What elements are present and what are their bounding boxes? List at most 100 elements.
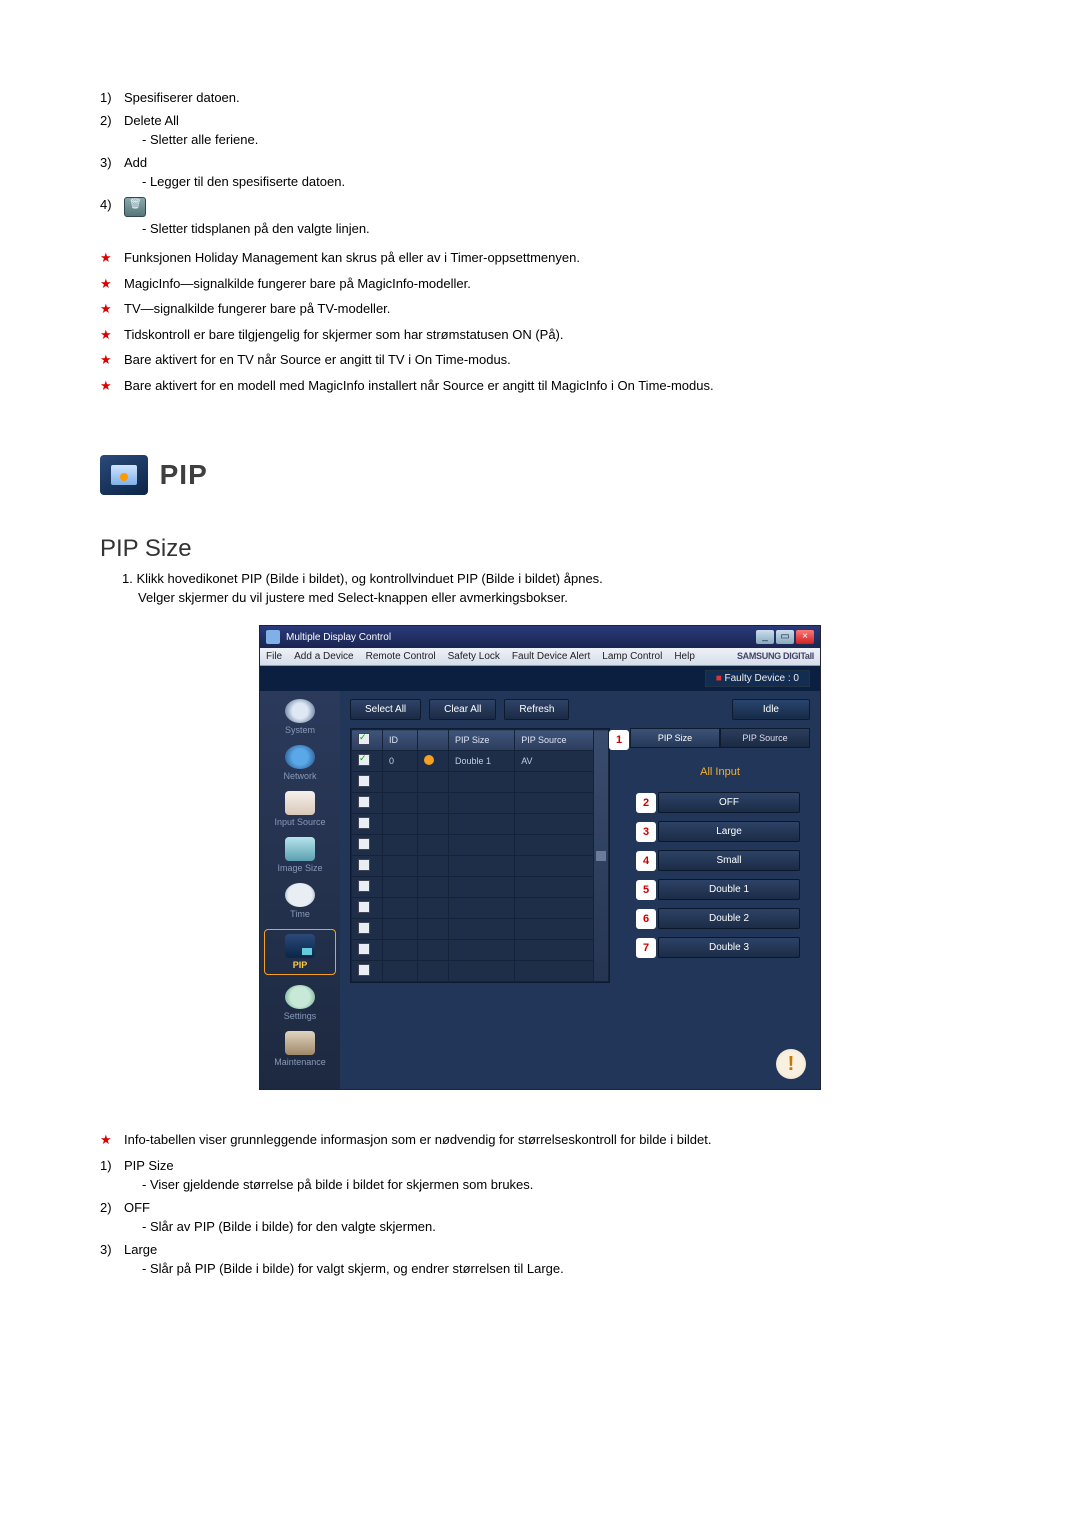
select-all-button[interactable]: Select All: [350, 699, 421, 720]
marker-3: 3: [636, 822, 656, 842]
time-icon: [285, 883, 315, 907]
mdc-window: Multiple Display Control _ ▭ × File Add …: [259, 625, 821, 1090]
faulty-device-badge: Faulty Device : 0: [705, 670, 810, 687]
pip-section-header: PIP: [100, 455, 980, 495]
option-double2[interactable]: Double 2: [658, 908, 800, 929]
menu-add-device[interactable]: Add a Device: [294, 651, 353, 662]
sidebar-item-input-source[interactable]: Input Source: [260, 791, 340, 827]
marker-5: 5: [636, 880, 656, 900]
toolbar: Select All Clear All Refresh Idle: [350, 699, 810, 720]
all-input-label: All Input: [630, 766, 810, 778]
marker-2: 2: [636, 793, 656, 813]
sidebar-item-system[interactable]: System: [260, 699, 340, 735]
list-item: 2)OFF Slår av PIP (Bilde i bilde) for de…: [100, 1200, 980, 1234]
table-row: [352, 898, 609, 919]
table-row: [352, 772, 609, 793]
marker-4: 4: [636, 851, 656, 871]
list-item: 1)PIP Size Viser gjeldende størrelse på …: [100, 1158, 980, 1192]
alert-icon: !: [776, 1049, 806, 1079]
table-row: [352, 835, 609, 856]
table-row: [352, 961, 609, 982]
note: Tidskontroll er bare tilgjengelig for sk…: [100, 325, 980, 345]
col-pip-source[interactable]: PIP Source: [515, 730, 594, 751]
sub-item: Sletter tidsplanen på den valgte linjen.: [142, 221, 980, 236]
option-small[interactable]: Small: [658, 850, 800, 871]
option-double1[interactable]: Double 1: [658, 879, 800, 900]
table-row: [352, 856, 609, 877]
sub-item: Legger til den spesifiserte datoen.: [142, 174, 980, 189]
list-item: 1)Spesifiserer datoen.: [100, 90, 980, 105]
menu-remote[interactable]: Remote Control: [366, 651, 436, 662]
sub-item: Slår på PIP (Bilde i bilde) for valgt sk…: [142, 1261, 980, 1276]
option-off[interactable]: OFF: [658, 792, 800, 813]
table-row: [352, 793, 609, 814]
close-button[interactable]: ×: [796, 630, 814, 644]
col-status: [418, 730, 449, 751]
input-source-icon: [285, 791, 315, 815]
list-item: 3)Add Legger til den spesifiserte datoen…: [100, 155, 980, 189]
note: Bare aktivert for en modell med MagicInf…: [100, 376, 980, 396]
menubar: File Add a Device Remote Control Safety …: [260, 648, 820, 666]
row-checkbox[interactable]: [358, 754, 370, 766]
sidebar-item-image-size[interactable]: Image Size: [260, 837, 340, 873]
col-pip-size[interactable]: PIP Size: [449, 730, 515, 751]
sidebar: System Network Input Source Image Size T…: [260, 691, 340, 1089]
maximize-button[interactable]: ▭: [776, 630, 794, 644]
menu-lamp[interactable]: Lamp Control: [602, 651, 662, 662]
note: Bare aktivert for en TV når Source er an…: [100, 350, 980, 370]
bottom-numbered-list: 1)PIP Size Viser gjeldende størrelse på …: [100, 1158, 980, 1276]
image-size-icon: [285, 837, 315, 861]
table-header-row: ID PIP Size PIP Source: [352, 730, 609, 751]
sidebar-item-settings[interactable]: Settings: [260, 985, 340, 1021]
note: Funksjonen Holiday Management kan skrus …: [100, 248, 980, 268]
option-double3[interactable]: Double 3: [658, 937, 800, 958]
status-banner: Faulty Device : 0: [260, 666, 820, 691]
tab-pip-source[interactable]: PIP Source: [720, 728, 810, 748]
tab-pip-size[interactable]: 1 PIP Size: [630, 728, 720, 748]
col-id[interactable]: ID: [383, 730, 418, 751]
subsection-heading: PIP Size: [100, 535, 980, 563]
system-icon: [285, 699, 315, 723]
sidebar-item-network[interactable]: Network: [260, 745, 340, 781]
status-dot-icon: [424, 755, 434, 765]
settings-icon: [285, 985, 315, 1009]
network-icon: [285, 745, 315, 769]
header-checkbox[interactable]: [358, 733, 370, 745]
table-row[interactable]: 0 Double 1 AV: [352, 751, 609, 772]
device-table: ID PIP Size PIP Source 0 Double 1 AV: [350, 728, 610, 983]
marker-1: 1: [609, 730, 629, 750]
titlebar: Multiple Display Control _ ▭ ×: [260, 626, 820, 648]
star-notes-bottom: Info-tabellen viser grunnleggende inform…: [100, 1130, 980, 1150]
marker-7: 7: [636, 938, 656, 958]
note: TV—signalkilde fungerer bare på TV-model…: [100, 299, 980, 319]
option-large[interactable]: Large: [658, 821, 800, 842]
pip-icon: [100, 455, 148, 495]
star-notes-top: Funksjonen Holiday Management kan skrus …: [100, 248, 980, 395]
menu-safety[interactable]: Safety Lock: [448, 651, 500, 662]
marker-6: 6: [636, 909, 656, 929]
refresh-button[interactable]: Refresh: [504, 699, 569, 720]
sidebar-item-pip[interactable]: PIP: [264, 929, 336, 975]
sidebar-item-maintenance[interactable]: Maintenance: [260, 1031, 340, 1067]
minimize-button[interactable]: _: [756, 630, 774, 644]
intro-text: 1. Klikk hovedikonet PIP (Bilde i bildet…: [122, 571, 980, 605]
app-icon: [266, 630, 280, 644]
idle-button[interactable]: Idle: [732, 699, 810, 720]
table-row: [352, 814, 609, 835]
list-item: 2)Delete All Sletter alle feriene.: [100, 113, 980, 147]
menu-fault[interactable]: Fault Device Alert: [512, 651, 590, 662]
pip-heading: PIP: [160, 459, 208, 491]
clear-all-button[interactable]: Clear All: [429, 699, 496, 720]
menu-help[interactable]: Help: [674, 651, 695, 662]
sub-item: Sletter alle feriene.: [142, 132, 980, 147]
maintenance-icon: [285, 1031, 315, 1055]
note: Info-tabellen viser grunnleggende inform…: [100, 1130, 980, 1150]
pip-sidebar-icon: [285, 934, 315, 958]
table-row: [352, 919, 609, 940]
main-panel: Select All Clear All Refresh Idle ID PIP…: [340, 691, 820, 1089]
scrollbar[interactable]: [594, 730, 609, 982]
sub-item: Slår av PIP (Bilde i bilde) for den valg…: [142, 1219, 980, 1234]
note: MagicInfo—signalkilde fungerer bare på M…: [100, 274, 980, 294]
sidebar-item-time[interactable]: Time: [260, 883, 340, 919]
menu-file[interactable]: File: [266, 651, 282, 662]
